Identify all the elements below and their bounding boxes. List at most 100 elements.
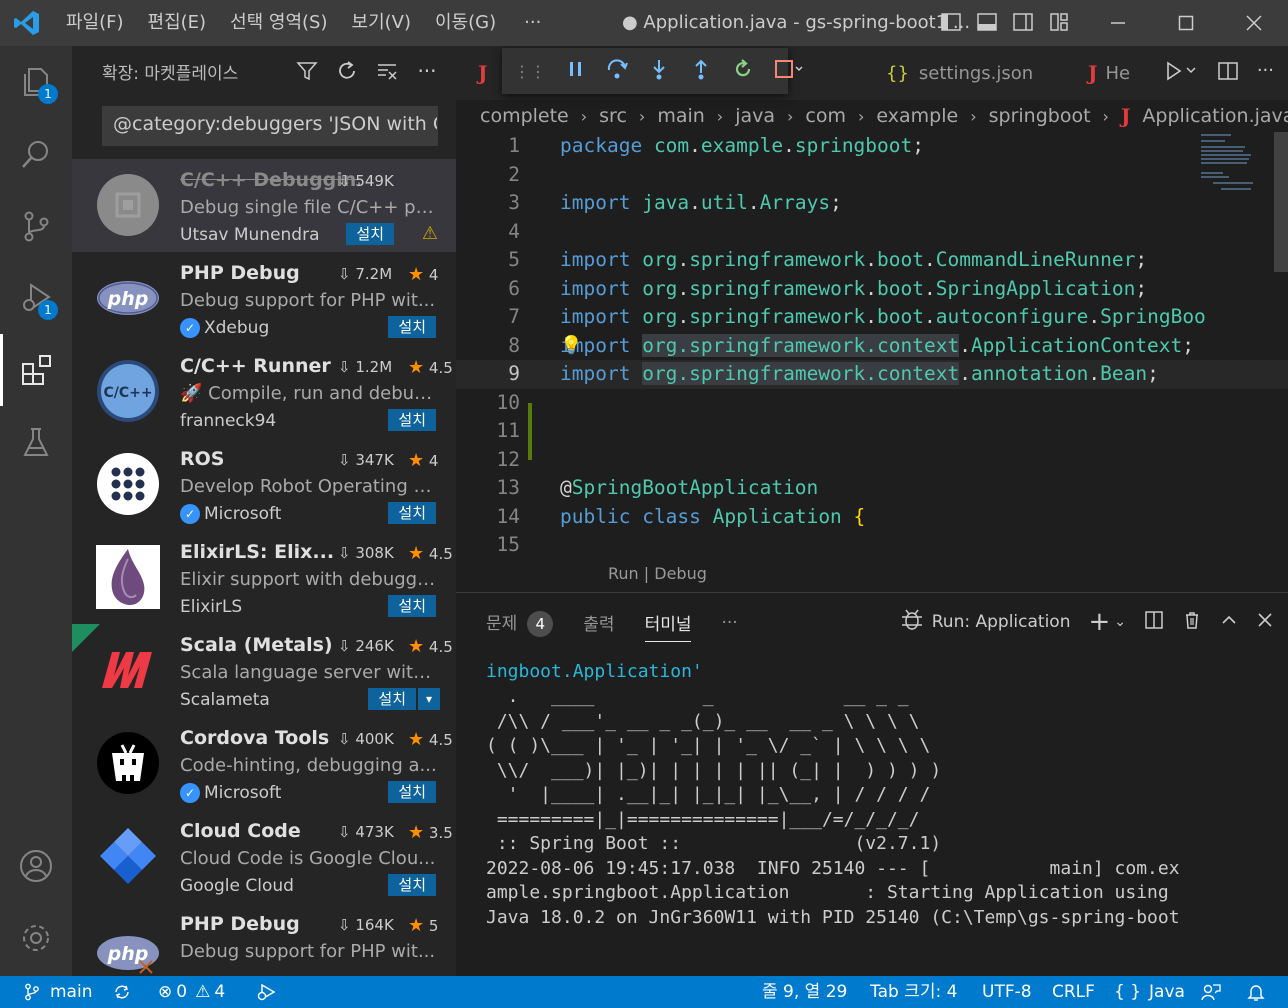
install-button[interactable]: 설치 — [388, 409, 436, 431]
lightbulb-icon[interactable]: 💡 — [560, 332, 582, 361]
menu-file[interactable]: 파일(F) — [54, 0, 136, 46]
codelens-run-debug[interactable]: Run | Debug — [608, 564, 707, 583]
extension-item[interactable]: ElixirLS: Elix... ⇩ 308K ★ 4.5 Elixir su… — [72, 531, 456, 624]
minimize-button[interactable] — [1084, 0, 1152, 46]
tab-terminal[interactable]: 터미널 — [644, 610, 692, 642]
menu-selection[interactable]: 선택 영역(S) — [218, 0, 339, 46]
filter-icon[interactable] — [296, 60, 318, 82]
breadcrumb-item[interactable]: example — [876, 105, 958, 127]
install-button[interactable]: 설치 — [368, 688, 416, 710]
warning-icon[interactable]: ⚠ — [422, 223, 438, 244]
clear-results-icon[interactable] — [376, 60, 398, 82]
end-of-line[interactable]: CRLF — [1052, 976, 1095, 1008]
activity-search[interactable] — [0, 118, 72, 190]
notifications-bell-icon[interactable] — [1246, 976, 1266, 1008]
menu-more-button[interactable]: ··· — [508, 0, 557, 46]
cloud-download-icon: ⇩ — [338, 265, 356, 283]
debug-status-icon[interactable] — [256, 976, 278, 1008]
stop-icon[interactable] — [774, 59, 804, 84]
rating-value: 3.5 — [428, 824, 453, 842]
refresh-icon[interactable] — [336, 60, 358, 82]
branch-status[interactable]: main — [24, 976, 92, 1008]
chevron-down-icon[interactable]: ▾ — [418, 688, 440, 710]
cursor-position[interactable]: 줄 9, 열 29 — [762, 976, 847, 1008]
install-button[interactable]: 설치 — [346, 223, 394, 245]
extension-item[interactable]: Cordova Tools ⇩ 400K ★ 4.5 Code-hinting,… — [72, 717, 456, 810]
terminal-name[interactable]: Run: Application — [932, 612, 1071, 632]
tab-application-java[interactable]: J — [478, 46, 487, 100]
tab-settings-json[interactable]: {} settings.json — [886, 46, 1033, 100]
maximize-button[interactable] — [1152, 0, 1220, 46]
sync-icon[interactable] — [112, 976, 132, 1008]
breadcrumb-item[interactable]: springboot — [989, 105, 1091, 127]
extension-item[interactable]: C/C++ Debuggin... ⇩ 549K Debug single fi… — [72, 159, 456, 252]
activity-explorer[interactable]: 1 — [0, 46, 72, 118]
terminal-output[interactable]: ingboot.Application' . ____ _ __ _ _ /\\… — [486, 659, 1286, 930]
close-panel-icon[interactable] — [1256, 611, 1274, 634]
activity-accounts[interactable] — [0, 830, 72, 902]
activity-source-control[interactable] — [0, 190, 72, 262]
drag-handle-icon[interactable]: ⋮⋮ — [514, 62, 546, 81]
install-button[interactable]: 설치 — [388, 595, 436, 617]
toggle-secondary-sidebar-icon[interactable] — [1012, 11, 1034, 33]
step-over-icon[interactable] — [606, 58, 628, 85]
code-editor[interactable]: 1 package com.example.springboot; 2 3 impo… — [456, 132, 1288, 560]
step-into-icon[interactable] — [648, 58, 670, 85]
editor-scrollbar[interactable] — [1274, 132, 1288, 272]
extension-item[interactable]: Scala (Metals) ⇩ 246K ★ 4.5 Scala langua… — [72, 624, 456, 717]
toggle-panel-icon[interactable] — [976, 11, 998, 33]
breadcrumb-item[interactable]: main — [657, 105, 704, 127]
language-mode[interactable]: { } Java — [1114, 976, 1185, 1008]
breadcrumb-item[interactable]: complete — [480, 105, 569, 127]
activity-settings[interactable] — [0, 902, 72, 974]
activity-run-debug[interactable]: 1 — [0, 262, 72, 334]
panel-more-button[interactable]: ··· — [721, 613, 737, 633]
editor-more-icon[interactable]: ··· — [1257, 60, 1274, 87]
install-button[interactable]: 설치 — [388, 502, 436, 524]
new-terminal-icon[interactable]: + — [1088, 607, 1110, 637]
java-file-icon: J — [478, 61, 488, 85]
activity-extensions[interactable] — [0, 334, 72, 406]
extension-item[interactable]: php PHP Debug ⇩ 164K ★ 5 Debug support f… — [72, 903, 456, 976]
tab-partial[interactable]: J He — [1088, 46, 1130, 100]
split-terminal-icon[interactable] — [1144, 610, 1164, 635]
install-button[interactable]: 설치 — [388, 874, 436, 896]
menu-edit[interactable]: 편집(E) — [136, 0, 219, 46]
breadcrumb-item[interactable]: src — [599, 105, 627, 127]
install-button[interactable]: 설치 — [388, 316, 436, 338]
breadcrumb-item[interactable]: java — [735, 105, 775, 127]
extension-item[interactable]: php PHP Debug ⇩ 7.2M ★ 4 Debug support f… — [72, 252, 456, 345]
split-editor-icon[interactable] — [1217, 60, 1239, 87]
chevron-down-icon[interactable]: ⌄ — [1114, 614, 1126, 630]
close-button[interactable] — [1220, 0, 1288, 46]
toggle-sidebar-icon[interactable] — [940, 11, 962, 33]
breadcrumb-item[interactable]: Application.java — [1142, 105, 1288, 127]
extension-name: PHP Debug — [180, 913, 300, 935]
extension-search-input[interactable]: @category:debuggers 'JSON with Co — [102, 106, 438, 146]
customize-layout-icon[interactable] — [1048, 11, 1070, 33]
feedback-icon[interactable] — [1200, 976, 1222, 1008]
extension-item[interactable]: ROS ⇩ 347K ★ 4 Develop Robot Operating S… — [72, 438, 456, 531]
activity-testing[interactable] — [0, 406, 72, 478]
more-actions-button[interactable]: ··· — [416, 60, 438, 82]
problems-status[interactable]: ⊗ 0 ⚠ 4 — [158, 976, 225, 1008]
menu-view[interactable]: 보기(V) — [340, 0, 423, 46]
pause-icon[interactable] — [566, 59, 586, 84]
menu-go[interactable]: 이동(G) — [423, 0, 508, 46]
maximize-panel-icon[interactable] — [1220, 611, 1238, 634]
breadcrumb-item[interactable]: com — [805, 105, 846, 127]
restart-icon[interactable] — [732, 58, 754, 85]
tab-problems[interactable]: 문제 4 — [486, 609, 554, 637]
extension-item[interactable]: C/C++ C/C++ Runner ⇩ 1.2M ★ 4.5 🚀 Compil… — [72, 345, 456, 438]
tab-output[interactable]: 출력 — [583, 610, 614, 635]
step-out-icon[interactable] — [690, 58, 712, 85]
publisher-name: Microsoft — [204, 783, 282, 803]
encoding[interactable]: UTF-8 — [982, 976, 1032, 1008]
extension-publisher: ✓ Xdebug — [180, 318, 269, 338]
trash-icon[interactable] — [1182, 610, 1202, 635]
run-file-icon[interactable] — [1165, 60, 1199, 87]
extension-item[interactable]: Cloud Code ⇩ 473K ★ 3.5 Cloud Code is Go… — [72, 810, 456, 903]
minimap[interactable] — [1201, 132, 1271, 212]
indentation[interactable]: Tab 크기: 4 — [870, 976, 957, 1008]
install-button[interactable]: 설치 — [388, 781, 436, 803]
